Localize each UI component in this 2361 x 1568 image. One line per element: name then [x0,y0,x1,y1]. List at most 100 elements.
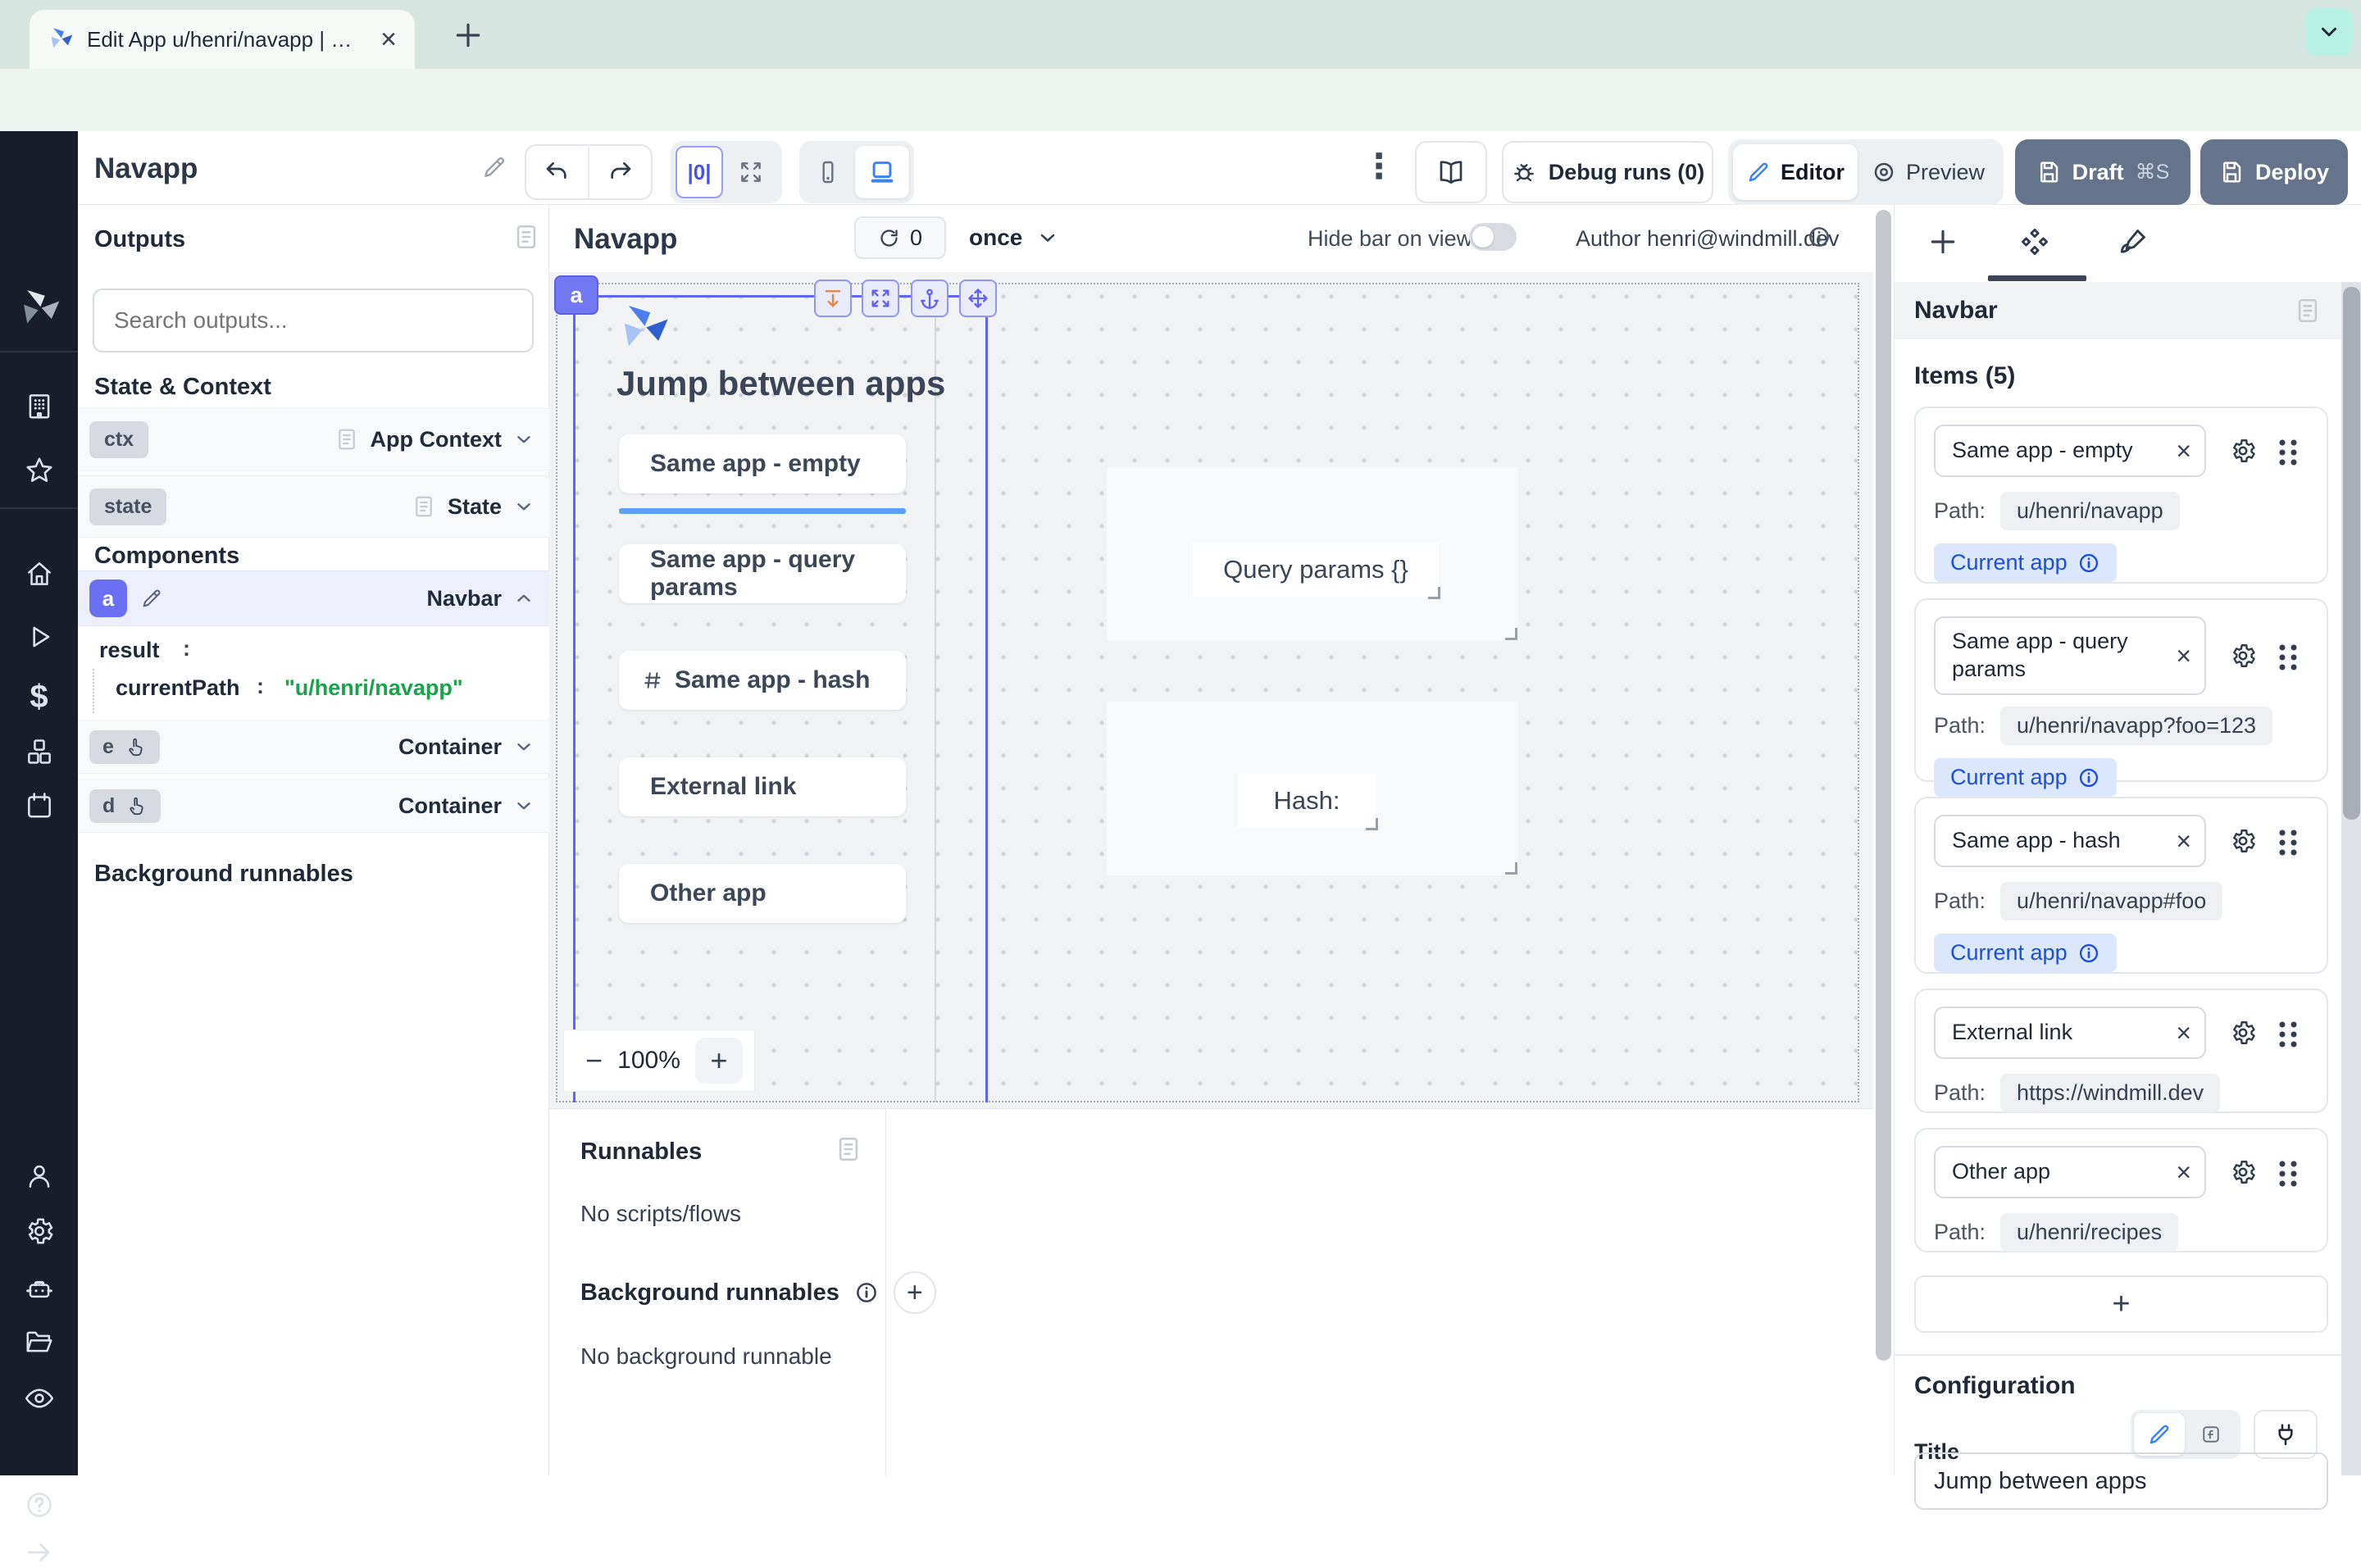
container-d-badge[interactable]: d [89,789,161,823]
drag-handle-icon[interactable] [2277,641,2300,670]
drag-handle-icon[interactable] [2277,1157,2300,1187]
workers-robot-icon[interactable] [0,1275,78,1306]
connect-plug-button[interactable] [2254,1410,2318,1459]
close-icon[interactable]: × [2176,828,2191,854]
fullscreen-tool-icon[interactable] [862,280,899,317]
item-label-input[interactable]: Same app - hash × [1934,815,2206,867]
resources-cubes-icon[interactable] [0,736,78,767]
main-scrollbar-track[interactable] [1873,205,1894,1475]
billing-dollar-icon[interactable]: $ [0,679,78,716]
component-id-tag[interactable]: a [554,275,598,315]
component-id-badge[interactable]: a [89,579,127,617]
drag-handle-icon[interactable] [2277,1018,2300,1048]
nav-item-external-link[interactable]: External link [619,757,906,816]
home-icon[interactable] [0,558,78,589]
debug-runs-button[interactable]: Debug runs (0) [1502,141,1713,203]
drag-handle-icon[interactable] [2277,436,2300,466]
gear-icon[interactable] [2229,642,2257,670]
component-doc-icon[interactable] [2294,297,2322,325]
deploy-button[interactable]: Deploy [2200,139,2348,205]
zoom-in-button[interactable]: + [695,1038,743,1084]
doc-icon[interactable] [412,494,436,519]
info-icon[interactable] [2077,942,2100,965]
resize-handle[interactable] [1366,818,1378,830]
close-icon[interactable]: × [2176,1159,2191,1185]
schedules-calendar-icon[interactable] [0,789,78,820]
fn-expression-button[interactable] [2185,1423,2237,1446]
state-row[interactable]: state State [78,475,549,538]
resize-handle[interactable] [1505,628,1517,640]
nav-item-other-app[interactable]: Other app [619,864,906,923]
info-icon[interactable] [854,1280,879,1305]
gear-icon[interactable] [2229,1158,2257,1186]
query-params-container[interactable]: Query params {} [1107,467,1518,641]
hash-container[interactable]: Hash: [1107,702,1518,875]
info-icon[interactable] [2077,552,2100,575]
refresh-count-button[interactable]: 0 [854,216,946,259]
item-label-input[interactable]: Same app - query params × [1934,616,2206,695]
audit-eye-icon[interactable] [0,1383,78,1414]
container-e-badge[interactable]: e [89,730,160,764]
result-key[interactable]: result [99,638,160,663]
title-value-input[interactable]: Jump between apps [1914,1452,2328,1510]
canvas-grid[interactable]: a Jump between apps Same app - empty Sam… [549,272,1873,1108]
settings-gear-icon[interactable] [0,1216,78,1247]
expand-down-tool-icon[interactable] [814,280,852,317]
help-question-icon[interactable] [0,1489,78,1520]
add-item-button[interactable]: + [1914,1275,2328,1333]
desktop-view-button[interactable] [855,146,909,198]
panel-scrollbar-thumb[interactable] [2343,287,2360,820]
resize-handle[interactable] [1428,587,1440,599]
chevron-down-icon[interactable] [1036,226,1059,249]
docs-book-button[interactable] [1415,141,1487,203]
close-icon[interactable]: × [2176,643,2191,669]
path-value[interactable]: u/henri/navapp [2000,492,2180,530]
add-background-runnable-button[interactable]: + [894,1271,936,1314]
currentpath-key[interactable]: currentPath [116,675,240,701]
component-settings-tab[interactable] [2019,226,2050,257]
resize-handle[interactable] [1505,862,1517,875]
anchor-tool-icon[interactable] [911,280,948,317]
constrained-width-button[interactable]: |0| [676,146,723,198]
rename-pencil-icon[interactable] [481,154,507,180]
full-width-button[interactable] [726,159,776,185]
main-scrollbar-thumb[interactable] [1876,210,1891,1361]
chevron-down-icon[interactable] [513,496,535,517]
windmill-logo-icon[interactable] [0,287,78,331]
runnables-doc-icon[interactable] [835,1135,862,1163]
static-value-pencil-button[interactable] [2134,1413,2185,1456]
preview-tab[interactable]: Preview [1858,160,1999,185]
hide-bar-toggle[interactable] [1469,223,1517,251]
folders-icon[interactable] [0,1326,78,1357]
nav-item-same-app-empty[interactable]: Same app - empty [619,434,906,493]
ctx-row[interactable]: ctx App Context [78,408,549,470]
currentpath-value[interactable]: "u/henri/navapp" [284,675,463,701]
container-e-row[interactable]: e Container [78,720,549,774]
editor-tab[interactable]: Editor [1733,144,1858,200]
workspace-building-icon[interactable] [0,390,78,421]
nav-item-hash[interactable]: Same app - hash [619,651,906,710]
mobile-view-button[interactable] [804,159,852,185]
nav-item-query-params[interactable]: Same app - query params [619,544,906,603]
panel-scrollbar-track[interactable] [2341,282,2361,1475]
doc-icon[interactable] [334,427,359,452]
redo-button[interactable] [589,159,651,185]
browser-tab[interactable]: Edit App u/henri/navapp | Win × [30,10,415,69]
tab-strip-chevron-button[interactable] [2305,8,2353,56]
refresh-mode-select[interactable]: once [969,225,1022,251]
path-value[interactable]: u/henri/navapp?foo=123 [2000,707,2272,745]
gear-icon[interactable] [2229,1019,2257,1047]
item-label-input[interactable]: External link × [1934,1007,2206,1059]
path-value[interactable]: https://windmill.dev [2000,1074,2220,1112]
move-tool-icon[interactable] [959,280,997,317]
item-label-input[interactable]: Same app - empty × [1934,425,2206,477]
gear-icon[interactable] [2229,437,2257,465]
zoom-out-button[interactable]: − [585,1046,603,1075]
edit-pencil-icon[interactable] [140,587,163,610]
path-value[interactable]: u/henri/recipes [2000,1213,2178,1252]
gear-icon[interactable] [2229,827,2257,855]
collapse-arrow-icon[interactable] [0,1537,78,1568]
search-outputs-input[interactable] [93,289,534,352]
chevron-up-icon[interactable] [513,588,535,609]
new-tab-button[interactable] [453,20,484,51]
